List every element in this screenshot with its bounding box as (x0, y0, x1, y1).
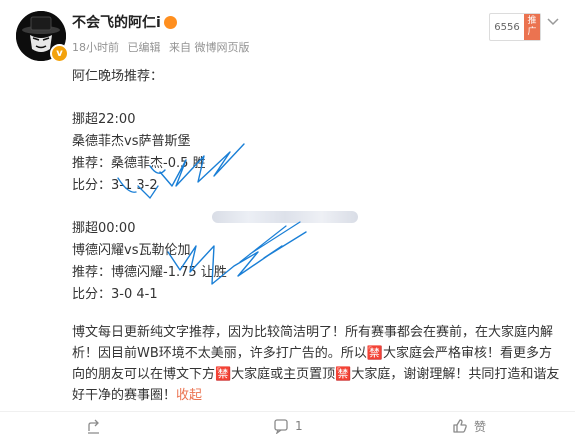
match1-time: 挪超22:00 (72, 112, 136, 127)
match2-score: 比分：3-0 4-1 (72, 287, 158, 302)
comment-button[interactable]: 1 (273, 416, 303, 436)
post-paragraph: 博文每日更新纯文字推荐，因为比较简洁明了！所有赛事都会在赛前，在大家庭内解析！因… (72, 322, 562, 406)
like-label: 赞 (474, 419, 487, 434)
chevron-down-icon[interactable] (546, 17, 560, 27)
promote-tag[interactable]: 推广 (524, 14, 540, 40)
share-button[interactable] (85, 416, 108, 436)
read-count: 6556 (494, 21, 520, 33)
match2-pick: 推荐：博德闪耀-1.75 让胜 (72, 265, 227, 280)
thumbs-up-icon (453, 419, 467, 433)
read-counter[interactable]: 6556 推广 (489, 13, 541, 41)
author-name-row[interactable]: 不会飞的阿仁i (72, 12, 177, 32)
paragraph-text: 博文每日更新纯文字推荐，因为比较简洁明了！所有赛事都会在赛前，在大家庭内解析！因… (72, 325, 560, 403)
action-divider (0, 411, 575, 412)
verified-badge-icon: v (50, 44, 69, 63)
match1-pick: 推荐：桑德菲杰-0.5 胜 (72, 156, 206, 171)
author-name[interactable]: 不会飞的阿仁i (72, 12, 161, 32)
match2-time: 挪超00:00 (72, 221, 136, 236)
repost-count: 1 (295, 419, 303, 433)
post-source: 来自 微博网页版 (169, 41, 250, 54)
like-button[interactable]: 赞 (452, 416, 486, 436)
scribble-4 (239, 221, 301, 263)
blurred-watermark (212, 211, 358, 223)
match2-teams: 博德闪耀vs瓦勒伦加 (72, 243, 191, 258)
crown-icon (163, 15, 177, 29)
comment-icon (274, 419, 288, 434)
match1-score: 比分：3-1 3-2 (72, 178, 158, 193)
post-meta: 18小时前 已编辑 来自 微博网页版 (72, 39, 255, 55)
intro-text: 阿仁晚场推荐： (72, 69, 164, 84)
edited-label: 已编辑 (127, 41, 161, 54)
match1-teams: 桑德菲杰vs萨普斯堡 (72, 134, 191, 149)
collapse-link[interactable]: 收起 (176, 388, 202, 403)
share-icon (88, 419, 99, 434)
post-time[interactable]: 18小时前 (72, 41, 119, 54)
